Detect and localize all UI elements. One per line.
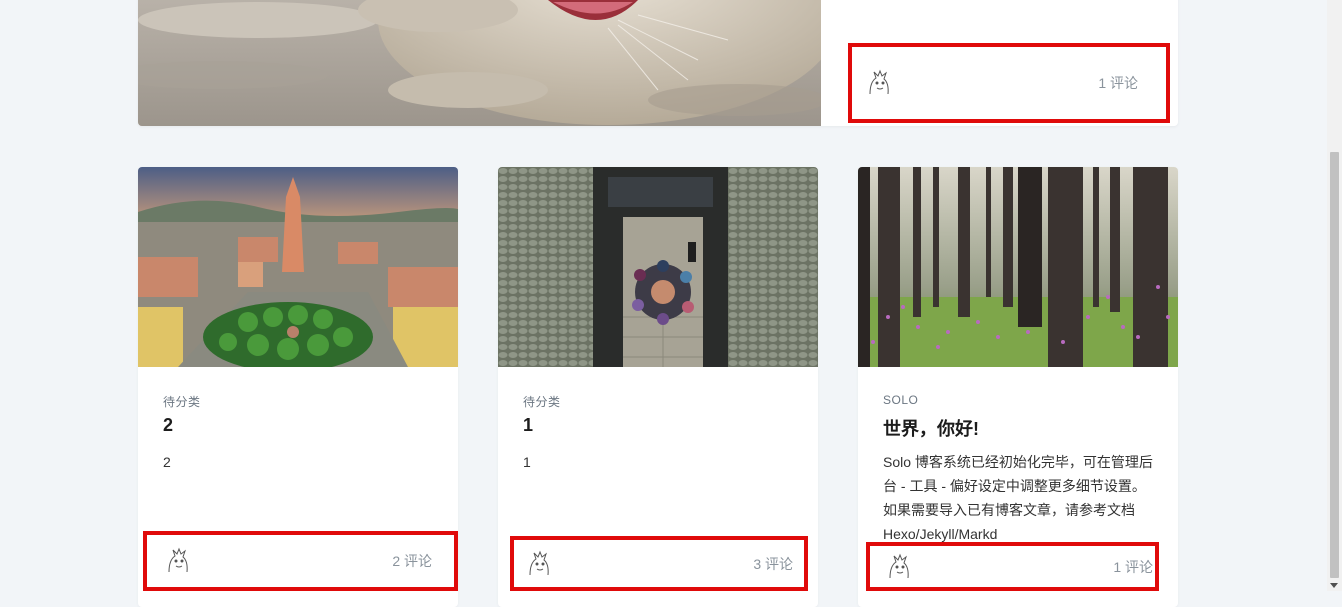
featured-article-footer: 1 评论 xyxy=(848,43,1170,123)
article-thumbnail[interactable] xyxy=(858,167,1178,367)
article-title[interactable]: 2 xyxy=(163,415,173,436)
scroll-down-arrow-icon[interactable] xyxy=(1330,583,1338,588)
author-avatar-icon[interactable] xyxy=(163,546,193,576)
article-title[interactable]: 世界，你好! xyxy=(883,415,979,441)
article-summary: 2 xyxy=(163,454,171,470)
article-title[interactable]: 1 xyxy=(523,415,533,436)
article-footer: 3 评论 xyxy=(510,536,808,591)
author-avatar-icon[interactable] xyxy=(864,68,894,98)
comments-count-link[interactable]: 1 评论 xyxy=(1113,557,1153,577)
article-category[interactable]: 待分类 xyxy=(163,393,201,410)
comments-count-link[interactable]: 3 评论 xyxy=(753,554,793,574)
article-category[interactable]: SOLO xyxy=(883,393,918,407)
author-avatar-icon[interactable] xyxy=(884,552,914,582)
comments-count-link[interactable]: 1 评论 xyxy=(1098,73,1138,93)
article-thumbnail[interactable] xyxy=(498,167,818,367)
author-avatar-icon[interactable] xyxy=(524,549,554,579)
featured-article-image[interactable] xyxy=(138,0,821,126)
article-summary: Solo 博客系统已经初始化完毕，可在管理后台 - 工具 - 偏好设定中调整更多… xyxy=(883,454,1153,542)
article-thumbnail[interactable] xyxy=(138,167,458,367)
article-card[interactable]: SOLO 世界，你好! Solo 博客系统已经初始化完毕，可在管理后台 - 工具… xyxy=(858,167,1178,607)
article-summary: 1 xyxy=(523,454,531,470)
scrollbar-thumb[interactable] xyxy=(1330,152,1339,578)
comments-count-link[interactable]: 2 评论 xyxy=(392,551,432,571)
article-category[interactable]: 待分类 xyxy=(523,393,561,410)
page-scrollbar[interactable] xyxy=(1327,0,1342,591)
article-footer: 1 评论 xyxy=(866,542,1159,591)
article-footer: 2 评论 xyxy=(143,531,458,591)
